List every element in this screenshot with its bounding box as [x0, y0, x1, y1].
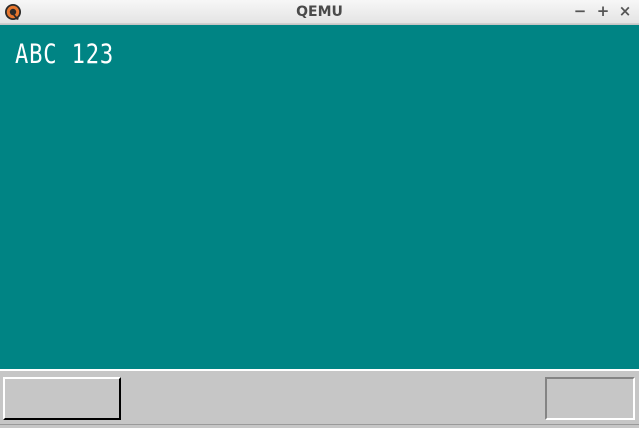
minimize-button[interactable]: −	[571, 2, 589, 20]
system-tray	[545, 377, 635, 420]
window-bottom-edge	[0, 424, 639, 428]
display-text: ABC 123	[15, 39, 115, 70]
guest-display[interactable]: ABC 123	[0, 25, 639, 369]
window-title: QEMU	[296, 4, 343, 20]
taskbar	[0, 371, 639, 428]
start-button[interactable]	[3, 377, 121, 420]
qemu-window: QEMU − + × ABC 123	[0, 0, 639, 428]
close-button[interactable]: ×	[616, 2, 634, 20]
title-bar[interactable]: QEMU − + ×	[0, 0, 639, 24]
maximize-button[interactable]: +	[594, 2, 612, 20]
